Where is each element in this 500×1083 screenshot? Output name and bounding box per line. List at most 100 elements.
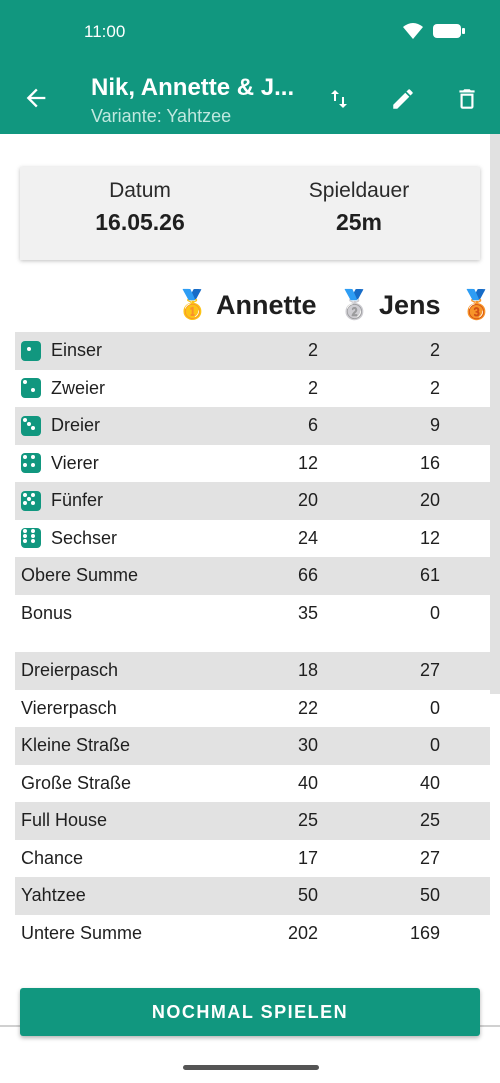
table-row: Dreierpasch 18 27 — [15, 652, 490, 690]
dice-1-icon — [21, 340, 41, 361]
bronze-medal-icon: 🥉 — [459, 289, 494, 320]
table-row: Vierer 12 16 — [15, 445, 490, 483]
table-row: Fünfer 20 20 — [15, 482, 490, 520]
score-player-1: 66 — [297, 565, 318, 586]
row-label-text: Dreier — [51, 415, 101, 436]
row-label: Vierer — [21, 453, 99, 474]
row-label-text: Chance — [21, 847, 84, 868]
score-player-1: 25 — [297, 810, 318, 831]
row-label: Sechser — [21, 528, 117, 549]
table-row: Obere Summe 66 61 — [15, 557, 490, 595]
score-player-2: 16 — [419, 452, 440, 473]
scrollbar[interactable] — [490, 134, 500, 694]
gold-medal-icon: 🥇 — [175, 289, 210, 320]
score-player-1: 202 — [287, 922, 318, 943]
row-label: Zweier — [21, 378, 105, 399]
game-info-card: Datum 16.05.26 Spieldauer 25m — [20, 167, 480, 260]
row-label-text: Sechser — [51, 527, 118, 548]
duration-value: 25m — [335, 209, 383, 235]
row-label: Chance — [21, 848, 83, 869]
table-row: Viererpasch 22 0 — [15, 690, 490, 728]
dice-2-icon — [21, 378, 41, 399]
row-label: Untere Summe — [21, 923, 142, 944]
player-name-2: Jens — [379, 290, 441, 320]
row-label: Yahtzee — [21, 885, 86, 906]
status-icons — [402, 22, 466, 40]
table-row: Sechser 24 12 — [15, 520, 490, 558]
player-header: 🥇 Annette 🥈 Jens 🥉 — [0, 288, 494, 328]
swap-vert-icon[interactable] — [324, 84, 354, 114]
row-label: Dreierpasch — [21, 660, 118, 681]
row-label-text: Einser — [51, 340, 103, 361]
score-player-1: 12 — [297, 452, 318, 473]
page-title: Nik, Annette & J... — [91, 74, 295, 101]
score-player-2: 12 — [419, 527, 440, 548]
dice-3-icon — [21, 415, 41, 436]
back-arrow-icon[interactable] — [22, 84, 50, 112]
row-label-text: Untere Summe — [21, 922, 143, 943]
score-player-1: 20 — [297, 490, 318, 511]
duration-block: Spieldauer 25m — [279, 179, 439, 236]
silver-medal-icon: 🥈 — [337, 289, 372, 320]
row-label: Große Straße — [21, 773, 131, 794]
row-label-text: Große Straße — [21, 772, 132, 793]
row-label-text: Viererpasch — [21, 697, 117, 718]
score-player-2: 0 — [429, 697, 440, 718]
row-label: Dreier — [21, 415, 100, 436]
trash-icon[interactable] — [452, 84, 482, 114]
row-label: Obere Summe — [21, 565, 138, 586]
status-time: 11:00 — [84, 22, 126, 41]
row-label: Kleine Straße — [21, 735, 130, 756]
score-player-2: 40 — [419, 772, 440, 793]
battery-icon — [433, 24, 465, 38]
home-gesture-handle[interactable] — [183, 1065, 319, 1070]
score-player-1: 18 — [297, 660, 318, 681]
score-player-1: 2 — [307, 340, 318, 361]
score-player-1: 30 — [297, 735, 318, 756]
date-block: Datum 16.05.26 — [60, 179, 220, 236]
duration-label: Spieldauer — [308, 179, 410, 202]
app-bar: 11:00 Nik, Annette & J... Variante: Yaht… — [0, 0, 500, 134]
row-label-text: Vierer — [51, 452, 99, 473]
row-label-text: Bonus — [21, 602, 73, 623]
dice-5-icon — [21, 490, 41, 511]
score-player-1: 24 — [297, 527, 318, 548]
row-label: Einser — [21, 340, 102, 361]
score-player-1: 17 — [297, 847, 318, 868]
score-player-2: 61 — [419, 565, 440, 586]
row-label: Fünfer — [21, 490, 103, 511]
table-row: Zweier 2 2 — [15, 370, 490, 408]
table-row: Kleine Straße 30 0 — [15, 727, 490, 765]
row-label-text: Obere Summe — [21, 565, 139, 586]
score-player-2: 50 — [419, 885, 440, 906]
row-label: Bonus — [21, 603, 72, 624]
score-player-1: 22 — [297, 697, 318, 718]
row-label-text: Dreierpasch — [21, 660, 119, 681]
date-label: Datum — [109, 179, 171, 202]
table-row: Große Straße 40 40 — [15, 765, 490, 803]
score-player-1: 35 — [297, 602, 318, 623]
score-player-2: 25 — [419, 810, 440, 831]
table-row: Chance 17 27 — [15, 840, 490, 878]
score-player-1: 2 — [307, 377, 318, 398]
score-table: Einser 2 2 Zweier 2 2 Dreier 6 9 Vierer 12 16 Fünfer… — [15, 332, 490, 952]
score-player-2: 0 — [429, 735, 440, 756]
dice-6-icon — [21, 528, 41, 549]
page-subtitle: Variante: Yahtzee — [91, 106, 232, 126]
date-value: 16.05.26 — [95, 209, 185, 235]
pencil-icon[interactable] — [388, 84, 418, 114]
row-label-text: Zweier — [51, 377, 106, 398]
score-player-1: 50 — [297, 885, 318, 906]
row-label-text: Fünfer — [51, 490, 104, 511]
play-again-button[interactable]: NOCHMAL SPIELEN — [20, 988, 480, 1036]
score-player-2: 9 — [429, 415, 440, 436]
wifi-icon — [403, 23, 423, 39]
table-row: Einser 2 2 — [15, 332, 490, 370]
row-label: Full House — [21, 810, 107, 831]
score-player-1: 40 — [297, 772, 318, 793]
dice-4-icon — [21, 453, 41, 474]
score-player-2: 0 — [429, 602, 440, 623]
score-player-2: 27 — [419, 847, 440, 868]
table-row: Bonus 35 0 — [15, 595, 490, 633]
